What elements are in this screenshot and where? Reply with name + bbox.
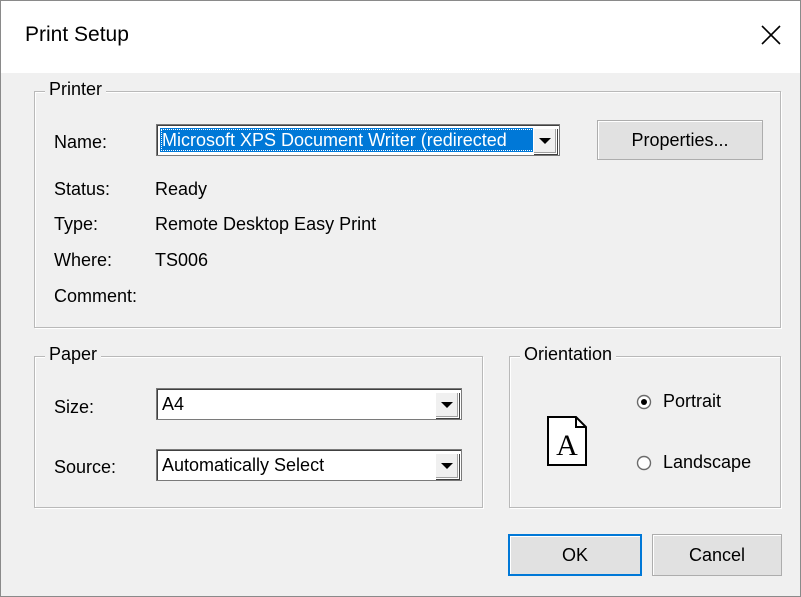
portrait-label[interactable]: Portrait [663, 391, 721, 412]
chevron-down-icon [539, 138, 551, 144]
chevron-down-icon [441, 463, 453, 469]
close-button[interactable] [748, 13, 794, 57]
chevron-down-icon [441, 402, 453, 408]
printer-name-dropdown-button[interactable] [533, 128, 557, 154]
radio-unselected-icon [636, 455, 652, 471]
paper-size-combo[interactable]: A4 [156, 388, 462, 420]
where-value: TS006 [155, 250, 209, 270]
type-value: Remote Desktop Easy Print [155, 214, 377, 234]
printer-group-label: Printer [45, 79, 107, 100]
paper-source-combo[interactable]: Automatically Select [156, 449, 462, 481]
status-label: Status: [54, 179, 111, 199]
paper-size-value: A4 [162, 394, 185, 414]
properties-button[interactable]: Properties... [597, 120, 763, 160]
printer-name-combo[interactable]: Microsoft XPS Document Writer (redirecte… [156, 124, 560, 156]
comment-label: Comment: [54, 286, 138, 306]
size-label: Size: [54, 397, 95, 417]
paper-size-dropdown-button[interactable] [435, 392, 459, 418]
paper-source-value: Automatically Select [162, 455, 325, 475]
page-letter: A [556, 429, 578, 462]
status-value: Ready [155, 179, 208, 199]
source-label: Source: [54, 457, 117, 477]
title-bar: Print Setup [1, 1, 800, 73]
paper-group-label: Paper [45, 344, 102, 365]
paper-group: Paper Size: A4 Source: Automatically Sel… [34, 344, 483, 508]
portrait-page-icon: A [547, 416, 587, 466]
landscape-radio[interactable] [636, 455, 652, 471]
ok-button[interactable]: OK [508, 534, 642, 576]
orientation-group-label: Orientation [520, 344, 617, 365]
radio-selected-icon [636, 394, 652, 410]
print-setup-dialog: Print Setup Printer Name: Microsoft XPS … [0, 0, 801, 597]
cancel-button[interactable]: Cancel [652, 534, 782, 576]
where-label: Where: [54, 250, 113, 270]
printer-name-value: Microsoft XPS Document Writer (redirecte… [160, 128, 535, 152]
portrait-radio[interactable] [636, 394, 652, 410]
dialog-title: Print Setup [25, 23, 129, 46]
type-label: Type: [54, 214, 99, 234]
printer-group: Printer Name: Microsoft XPS Document Wri… [34, 79, 781, 328]
close-icon [761, 25, 781, 45]
paper-source-dropdown-button[interactable] [435, 453, 459, 479]
name-label: Name: [54, 132, 108, 152]
landscape-label[interactable]: Landscape [663, 452, 751, 473]
orientation-group: Orientation A Portrait Landscape [509, 344, 781, 508]
